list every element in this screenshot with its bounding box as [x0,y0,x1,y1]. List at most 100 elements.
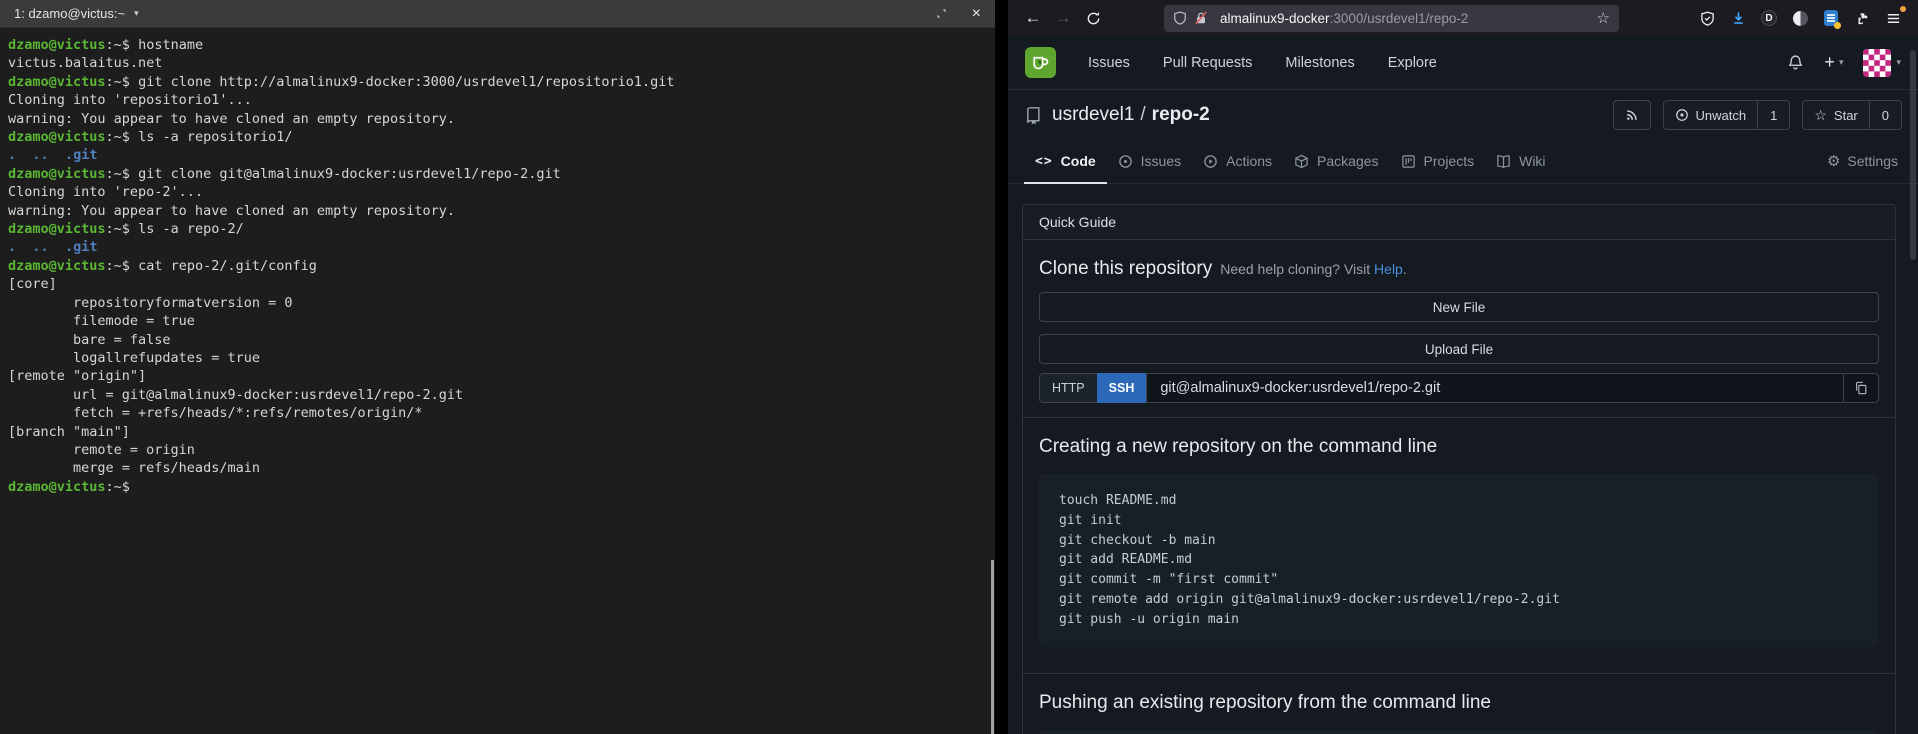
forward-button[interactable]: → [1048,8,1078,28]
terminal-title: 1: dzamo@victus:~ [14,6,125,21]
project-board-icon [1401,154,1416,169]
download-icon[interactable] [1729,9,1747,27]
shield-check-extension-icon[interactable] [1698,9,1716,27]
shield-icon[interactable] [1173,11,1187,25]
create-new-button[interactable]: + ▾ [1824,52,1843,73]
menu-hamburger-icon[interactable] [1884,9,1902,27]
repo-name-link[interactable]: repo-2 [1152,104,1210,125]
terminal-line: logallrefupdates = true [8,349,995,367]
document-extension-icon[interactable] [1822,9,1840,27]
terminal-output: dzamo@victus:~$ hostnamevictus.balaitus.… [0,28,995,496]
nav-item-explore[interactable]: Explore [1388,55,1437,71]
issue-circle-icon [1118,154,1133,169]
terminal-line: Cloning into 'repositorio1'... [8,91,995,109]
tab-packages[interactable]: Packages [1283,140,1389,184]
creating-code-block: touch README.md git init git checkout -b… [1039,474,1879,647]
back-button[interactable]: ← [1018,8,1048,28]
avatar [1863,49,1891,77]
new-file-button[interactable]: New File [1039,292,1879,322]
terminal-line: bare = false [8,331,995,349]
repo-tabs: <> Code Issues Actions Packages Projects [1008,140,1918,184]
quick-guide-box: Quick Guide Clone this repositoryNeed he… [1022,204,1896,734]
tab-wiki[interactable]: Wiki [1485,140,1556,184]
chevron-down-icon: ▾ [1896,57,1901,68]
notifications-bell-icon[interactable] [1787,54,1804,71]
terminal-line: remote = origin [8,441,995,459]
repo-content: Quick Guide Clone this repositoryNeed he… [1008,184,1918,734]
rss-icon [1614,101,1650,129]
terminal-scrollbar-thumb[interactable] [991,560,994,734]
menu-badge [1900,6,1906,12]
http-toggle-button[interactable]: HTTP [1039,373,1097,403]
puzzle-extension-icon[interactable] [1853,9,1871,27]
tab-settings[interactable]: ⚙ Settings [1823,140,1902,184]
terminal-line: dzamo@victus:~$ ls -a repo-2/ [8,220,995,238]
browser-toolbar: ← → almalinux9-docker:3000/usrdevel1/rep… [1008,0,1918,36]
nav-item-issues[interactable]: Issues [1088,55,1130,71]
terminal-line: dzamo@victus:~$ hostname [8,36,995,54]
browser-window: ← → almalinux9-docker:3000/usrdevel1/rep… [1008,0,1918,734]
url-text: almalinux9-docker:3000/usrdevel1/repo-2 [1220,11,1468,26]
restore-window-icon[interactable] [935,7,948,20]
eye-icon [1675,108,1689,122]
gitea-page: Issues Pull Requests Milestones Explore … [1008,36,1918,734]
star-button[interactable]: ☆ Star [1803,101,1868,129]
terminal-line: [branch "main"] [8,423,995,441]
terminal-line: url = git@almalinux9-docker:usrdevel1/re… [8,386,995,404]
gitea-logo[interactable] [1025,47,1056,78]
chevron-down-icon[interactable]: ▾ [134,8,139,19]
nav-item-milestones[interactable]: Milestones [1285,55,1354,71]
user-menu[interactable]: ▾ [1863,49,1901,77]
half-circle-extension-icon[interactable] [1791,9,1809,27]
plus-icon: + [1824,52,1835,73]
repo-header: usrdevel1/repo-2 Unwatch 1 [1008,90,1918,140]
page-scrollbar-thumb[interactable] [1910,50,1916,260]
creating-heading: Creating a new repository on the command… [1039,436,1879,458]
tab-issues[interactable]: Issues [1107,140,1192,184]
close-icon[interactable]: × [972,6,981,22]
star-button-group: ☆ Star 0 [1802,100,1902,130]
unwatch-button[interactable]: Unwatch [1664,101,1758,129]
extension-icons: D [1698,9,1908,27]
terminal-line: . .. .git [8,146,995,164]
terminal-line: [remote "origin"] [8,367,995,385]
ssh-toggle-button[interactable]: SSH [1097,373,1147,403]
url-bar[interactable]: almalinux9-docker:3000/usrdevel1/repo-2 … [1164,5,1619,32]
clone-section: Clone this repositoryNeed help cloning? … [1023,240,1895,418]
tab-actions[interactable]: Actions [1192,140,1283,184]
insecure-lock-icon[interactable] [1194,11,1208,25]
code-icon: <> [1035,154,1053,169]
terminal-line: warning: You appear to have cloned an em… [8,202,995,220]
package-cube-icon [1294,154,1309,169]
creating-section: Creating a new repository on the command… [1023,418,1895,674]
star-count[interactable]: 0 [1869,101,1901,129]
star-icon: ☆ [1814,107,1827,124]
terminal-line: dzamo@victus:~$ [8,478,995,496]
bookmark-star-icon[interactable]: ☆ [1597,9,1610,27]
nav-item-pull-requests[interactable]: Pull Requests [1163,55,1252,71]
tab-code[interactable]: <> Code [1024,140,1107,184]
help-link[interactable]: Help [1374,261,1403,277]
terminal-line: fetch = +refs/heads/*:refs/remotes/origi… [8,404,995,422]
watch-count[interactable]: 1 [1757,101,1789,129]
clone-url-input[interactable]: git@almalinux9-docker:usrdevel1/repo-2.g… [1146,373,1843,403]
reload-button[interactable] [1078,11,1108,26]
play-circle-icon [1203,154,1218,169]
terminal-line: filemode = true [8,312,995,330]
rss-button[interactable] [1613,100,1651,130]
repo-owner-link[interactable]: usrdevel1 [1052,104,1134,125]
terminal-line: dzamo@victus:~$ ls -a repositorio1/ [8,128,995,146]
pushing-section: Pushing an existing repository from the … [1023,674,1895,734]
d-extension-icon[interactable]: D [1760,9,1778,27]
gitea-navbar: Issues Pull Requests Milestones Explore … [1008,36,1918,90]
tab-projects[interactable]: Projects [1390,140,1486,184]
terminal-titlebar[interactable]: 1: dzamo@victus:~ ▾ × [0,0,995,28]
terminal-line: Cloning into 'repo-2'... [8,183,995,201]
pushing-code-block [1039,730,1879,734]
gear-icon: ⚙ [1827,152,1840,170]
upload-file-button[interactable]: Upload File [1039,334,1879,364]
unwatch-button-group: Unwatch 1 [1663,100,1791,130]
terminal-line: dzamo@victus:~$ cat repo-2/.git/config [8,257,995,275]
terminal-line: . .. .git [8,238,995,256]
copy-url-button[interactable] [1843,373,1879,403]
